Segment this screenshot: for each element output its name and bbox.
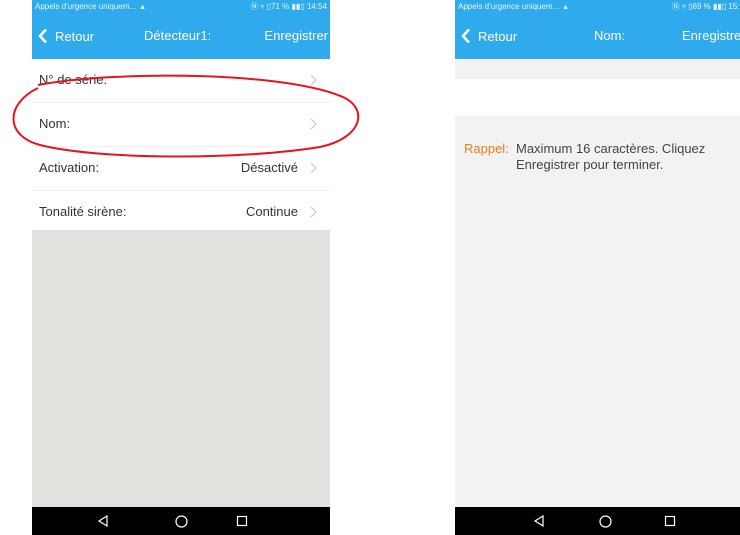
save-button[interactable]: Enregistre bbox=[682, 13, 740, 59]
row-name[interactable]: Nom: bbox=[32, 103, 330, 147]
status-bar: Appels d'urgence uniquem... ▲ Ⓝ ▿ ▯69 % ▮… bbox=[455, 0, 740, 13]
back-triangle-icon bbox=[533, 515, 544, 527]
back-button[interactable]: Retour bbox=[461, 13, 517, 59]
clock: 14:54 bbox=[306, 2, 327, 11]
page-title: Détecteur1: bbox=[144, 28, 212, 43]
system-nav-bar bbox=[32, 507, 330, 535]
system-back-button[interactable] bbox=[88, 507, 118, 535]
back-triangle-icon bbox=[97, 515, 108, 527]
system-home-button[interactable] bbox=[590, 507, 620, 535]
name-input[interactable] bbox=[455, 79, 740, 116]
row-siren-tone[interactable]: Tonalité sirène: Continue bbox=[32, 191, 330, 235]
row-activation[interactable]: Activation: Désactivé bbox=[32, 147, 330, 191]
row-label: Activation: bbox=[39, 160, 99, 175]
row-value: Continue bbox=[245, 204, 298, 219]
row-label: N° de série: bbox=[39, 72, 108, 87]
status-indicators: Ⓝ ▿ ▯71 % ▮▮▯ bbox=[250, 2, 305, 11]
empty-content-area bbox=[32, 230, 330, 507]
system-recents-button[interactable] bbox=[655, 507, 685, 535]
home-circle-icon bbox=[174, 514, 188, 528]
chevron-right-icon bbox=[310, 118, 317, 130]
row-label: Nom: bbox=[39, 116, 71, 131]
nav-bar: Retour Détecteur1: Enregistrer bbox=[32, 13, 330, 59]
nav-bar: Retour Nom: Enregistre bbox=[455, 13, 740, 59]
chevron-right-icon bbox=[310, 74, 317, 86]
hint-text: Maximum 16 caractères. Cliquez Enregistr… bbox=[516, 141, 706, 172]
chevron-left-icon bbox=[461, 28, 470, 44]
status-indicators: Ⓝ ▿ ▯69 % ▮▮▯ bbox=[671, 2, 727, 11]
row-value: Désactivé bbox=[240, 160, 298, 175]
system-back-button[interactable] bbox=[524, 507, 554, 535]
device-settings-screen: Appels d'urgence uniquem... ▲ Ⓝ ▿ ▯71 % ▮… bbox=[32, 0, 330, 535]
chevron-left-icon bbox=[38, 28, 47, 44]
clock: 15:1 bbox=[728, 2, 740, 11]
back-button[interactable]: Retour bbox=[38, 13, 94, 59]
recents-square-icon bbox=[236, 515, 248, 527]
system-home-button[interactable] bbox=[166, 507, 196, 535]
carrier-text: Appels d'urgence uniquem... ▲ bbox=[35, 0, 146, 14]
hint-label: Rappel: bbox=[464, 141, 509, 156]
spacer-strip bbox=[455, 59, 740, 79]
save-button[interactable]: Enregistrer bbox=[264, 13, 328, 59]
system-recents-button[interactable] bbox=[227, 507, 257, 535]
recents-square-icon bbox=[664, 515, 676, 527]
status-bar: Appels d'urgence uniquem... ▲ Ⓝ ▿ ▯71 % ▮… bbox=[32, 0, 330, 13]
chevron-right-icon bbox=[310, 206, 317, 218]
row-label: Tonalité sirène: bbox=[39, 204, 127, 219]
settings-list: N° de série: Nom: Activation: Désactivé … bbox=[32, 59, 330, 235]
back-label: Retour bbox=[55, 28, 95, 44]
page-title: Nom: bbox=[594, 28, 626, 43]
row-serial-number[interactable]: N° de série: bbox=[32, 59, 330, 103]
home-circle-icon bbox=[598, 514, 612, 528]
chevron-right-icon bbox=[310, 162, 317, 174]
carrier-text: Appels d'urgence uniquem... ▲ bbox=[458, 0, 569, 14]
hint-area: Rappel: Maximum 16 caractères. Cliquez E… bbox=[455, 116, 740, 507]
name-edit-screen: Appels d'urgence uniquem... ▲ Ⓝ ▿ ▯69 % ▮… bbox=[455, 0, 740, 535]
system-nav-bar bbox=[455, 507, 740, 535]
back-label: Retour bbox=[478, 28, 518, 44]
